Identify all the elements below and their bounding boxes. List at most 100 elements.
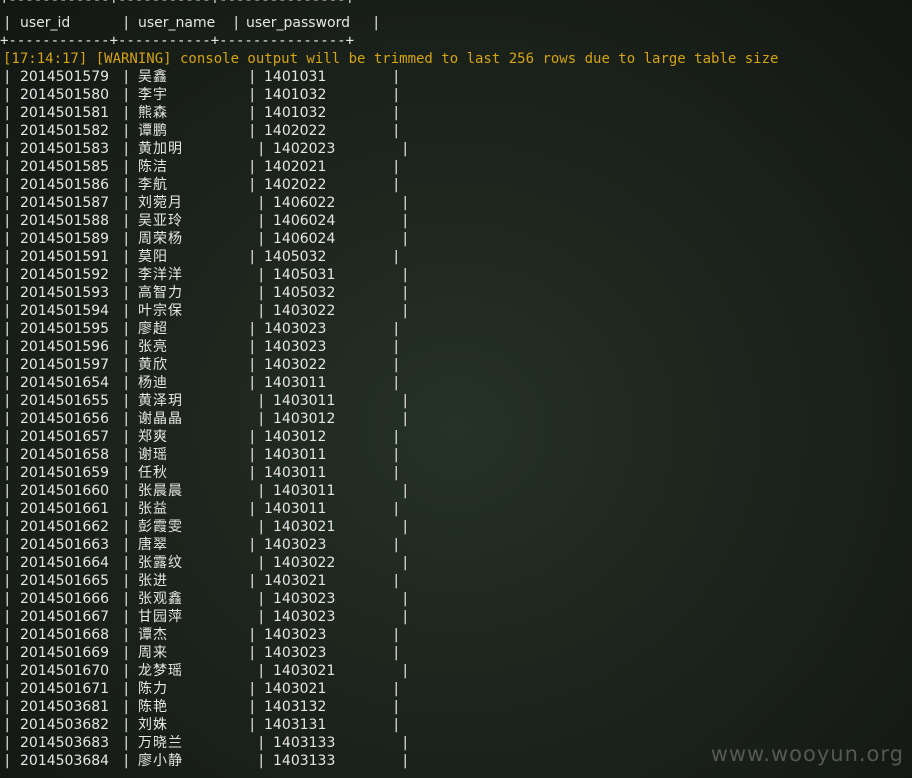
cell-user-id: 2014501583: [20, 141, 110, 157]
header-pipe: |: [122, 15, 131, 31]
row-pipe: |: [401, 663, 410, 679]
row-pipe: |: [257, 591, 266, 607]
row-pipe: |: [122, 195, 131, 211]
cell-user-name: 廖小静: [138, 753, 183, 769]
cell-user-name: 张进: [138, 573, 168, 589]
row-pipe: |: [122, 231, 131, 247]
row-pipe: |: [257, 195, 266, 211]
row-pipe: |: [122, 573, 131, 589]
row-pipe: |: [3, 285, 12, 301]
cell-user-password: 1402022: [264, 177, 327, 193]
row-pipe: |: [392, 177, 401, 193]
row-pipe: |: [392, 429, 401, 445]
cell-user-password: 1403133: [273, 735, 336, 751]
row-pipe: |: [248, 105, 257, 121]
cell-user-password: 1403011: [264, 447, 327, 463]
row-pipe: |: [3, 141, 12, 157]
cell-user-name: 张晨晨: [138, 483, 183, 499]
cell-user-name: 万晓兰: [138, 735, 183, 751]
row-pipe: |: [3, 501, 12, 517]
row-pipe: |: [248, 123, 257, 139]
cell-user-name: 陈洁: [138, 159, 168, 175]
row-pipe: |: [3, 249, 12, 265]
cell-user-id: 2014501670: [20, 663, 110, 679]
cell-user-name: 熊森: [138, 105, 168, 121]
row-pipe: |: [248, 537, 257, 553]
cell-user-id: 2014501589: [20, 231, 110, 247]
row-pipe: |: [122, 447, 131, 463]
cell-user-id: 2014501592: [20, 267, 110, 283]
row-pipe: |: [401, 393, 410, 409]
row-pipe: |: [257, 411, 266, 427]
terminal-window[interactable]: +------------+-----------+--------------…: [0, 0, 912, 778]
row-pipe: |: [392, 87, 401, 103]
row-pipe: |: [122, 483, 131, 499]
row-pipe: |: [401, 411, 410, 427]
cell-user-name: 郑爽: [138, 429, 168, 445]
row-pipe: |: [401, 753, 410, 769]
row-pipe: |: [248, 681, 257, 697]
header-pipe: |: [372, 15, 381, 31]
row-pipe: |: [257, 267, 266, 283]
row-pipe: |: [3, 717, 12, 733]
cell-user-id: 2014501585: [20, 159, 110, 175]
row-pipe: |: [392, 69, 401, 85]
row-pipe: |: [392, 573, 401, 589]
cell-user-name: 李宇: [138, 87, 168, 103]
cell-user-id: 2014501660: [20, 483, 110, 499]
cell-user-name: 张观鑫: [138, 591, 183, 607]
cell-user-password: 1405031: [273, 267, 336, 283]
header-pipe: |: [3, 15, 12, 31]
cell-user-name: 甘园萍: [138, 609, 183, 625]
row-pipe: |: [248, 177, 257, 193]
cell-user-password: 1406024: [273, 231, 336, 247]
row-pipe: |: [3, 105, 12, 121]
row-pipe: |: [392, 321, 401, 337]
row-pipe: |: [248, 159, 257, 175]
cell-user-name: 黄欣: [138, 357, 168, 373]
row-pipe: |: [122, 537, 131, 553]
row-pipe: |: [122, 249, 131, 265]
row-pipe: |: [257, 609, 266, 625]
row-pipe: |: [3, 123, 12, 139]
table-top-border: +------------+-----------+--------------…: [0, 0, 355, 8]
cell-user-name: 唐翠: [138, 537, 168, 553]
cell-user-id: 2014501579: [20, 69, 110, 85]
row-pipe: |: [401, 735, 410, 751]
cell-user-password: 1403022: [264, 357, 327, 373]
row-pipe: |: [3, 339, 12, 355]
cell-user-name: 张亮: [138, 339, 168, 355]
row-pipe: |: [392, 699, 401, 715]
cell-user-id: 2014501655: [20, 393, 110, 409]
row-pipe: |: [248, 465, 257, 481]
cell-user-id: 2014501596: [20, 339, 110, 355]
cell-user-password: 1403011: [264, 375, 327, 391]
cell-user-id: 2014503683: [20, 735, 110, 751]
row-pipe: |: [248, 249, 257, 265]
cell-user-id: 2014501667: [20, 609, 110, 625]
cell-user-name: 吴鑫: [138, 69, 168, 85]
row-pipe: |: [392, 465, 401, 481]
row-pipe: |: [3, 465, 12, 481]
cell-user-name: 周来: [138, 645, 168, 661]
row-pipe: |: [3, 447, 12, 463]
row-pipe: |: [392, 249, 401, 265]
warning-message: [17:14:17] [WARNING] console output will…: [3, 51, 779, 67]
row-pipe: |: [3, 213, 12, 229]
row-pipe: |: [257, 519, 266, 535]
row-pipe: |: [392, 681, 401, 697]
row-pipe: |: [392, 627, 401, 643]
row-pipe: |: [392, 123, 401, 139]
row-pipe: |: [257, 285, 266, 301]
row-pipe: |: [392, 645, 401, 661]
cell-user-password: 1402022: [264, 123, 327, 139]
column-header-user-password: user_password: [246, 15, 351, 31]
row-pipe: |: [3, 267, 12, 283]
row-pipe: |: [248, 699, 257, 715]
row-pipe: |: [392, 717, 401, 733]
cell-user-name: 吴亚玲: [138, 213, 183, 229]
cell-user-password: 1403023: [264, 339, 327, 355]
cell-user-id: 2014501669: [20, 645, 110, 661]
cell-user-password: 1402023: [273, 141, 336, 157]
cell-user-password: 1403131: [264, 717, 327, 733]
